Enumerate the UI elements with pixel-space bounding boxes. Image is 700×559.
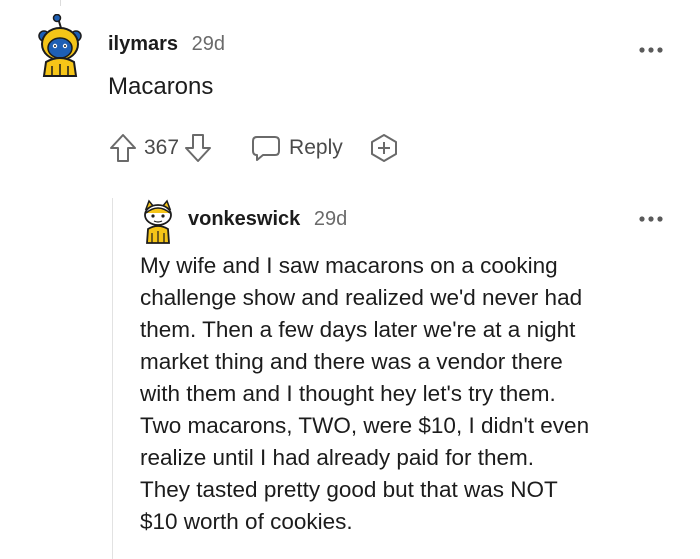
reply-age: 29d [313,208,348,230]
reply-body: My wife and I saw macarons on a cooking … [140,253,590,534]
upvote-button[interactable] [108,132,138,164]
comment-body: Macarons [108,73,214,100]
user-avatar[interactable] [36,13,84,78]
comment-age: 29d [191,33,225,55]
reply-user-avatar[interactable] [140,199,176,245]
speech-bubble-icon [252,136,281,161]
reply-button[interactable]: Reply [251,134,343,162]
snoo-avatar-icon [144,199,172,244]
more-options-button[interactable] [638,42,664,53]
reply-username[interactable]: vonkeswick [188,208,300,230]
username[interactable]: ilymars [108,33,178,55]
reply-label: Reply [289,136,343,159]
more-dots-icon [639,47,663,53]
comment-actions: 367 Reply [108,130,399,166]
award-button[interactable] [369,133,399,163]
reply-more-options-button[interactable] [638,211,664,222]
more-dots-icon [639,216,663,222]
thread-line-top [60,0,61,6]
downvote-button[interactable] [183,132,213,164]
arrow-up-icon [110,134,136,162]
award-plus-icon [370,134,397,162]
arrow-down-icon [185,134,212,162]
vote-count: 367 [144,136,180,159]
snoo-avatar-icon [38,13,82,77]
comment-header: ilymars 29d [108,33,225,56]
reply-header: vonkeswick 29d [188,208,347,231]
reply-thread-line[interactable] [112,198,113,559]
comment-thread: ilymars 29d Macarons 367 Reply vonkeswic… [0,0,700,559]
